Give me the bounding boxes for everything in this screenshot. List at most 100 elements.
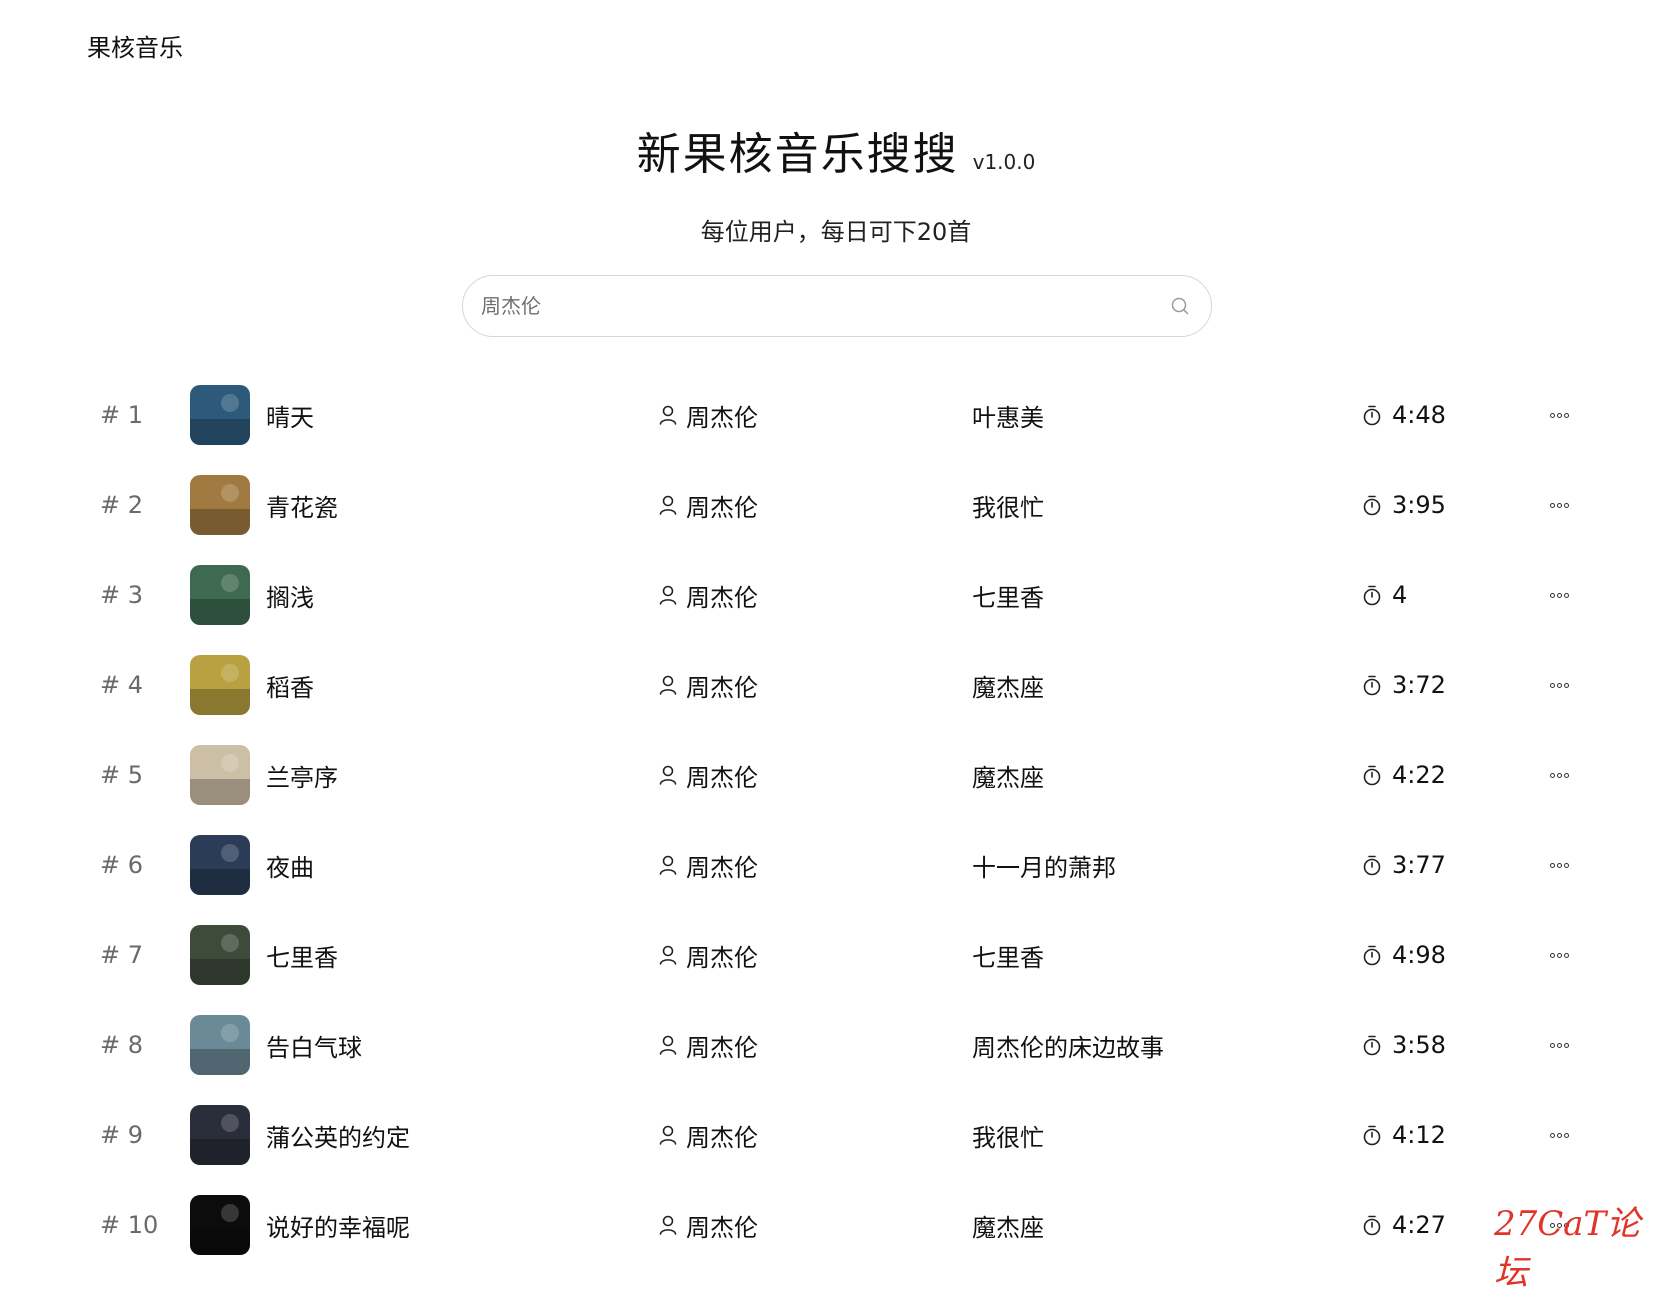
timer-icon xyxy=(1362,1214,1382,1236)
song-row[interactable]: # 1 晴天 周杰伦 叶惠美 4:48 xyxy=(0,370,1672,460)
artist-name[interactable]: 周杰伦 xyxy=(686,1028,758,1063)
album-name[interactable]: 七里香 xyxy=(972,550,1044,640)
timer-icon xyxy=(1362,854,1382,876)
song-list: # 1 晴天 周杰伦 叶惠美 4:48 # 2 青花瓷 周杰伦 我很忙 3:95 # 3 搁浅 周杰伦七… xyxy=(0,370,1672,1270)
song-row[interactable]: # 8 告白气球 周杰伦 周杰伦的床边故事 3:58 xyxy=(0,1000,1672,1090)
album-cover[interactable] xyxy=(190,565,250,625)
artist-cell[interactable]: 周杰伦 xyxy=(658,370,758,460)
album-cover[interactable] xyxy=(190,475,250,535)
artist-name[interactable]: 周杰伦 xyxy=(686,668,758,703)
artist-name[interactable]: 周杰伦 xyxy=(686,938,758,973)
user-icon xyxy=(658,1214,678,1236)
timer-icon xyxy=(1362,1034,1382,1056)
song-title[interactable]: 告白气球 xyxy=(266,1000,362,1090)
song-row[interactable]: # 3 搁浅 周杰伦 七里香 4 xyxy=(0,550,1672,640)
album-name[interactable]: 我很忙 xyxy=(972,1090,1044,1180)
more-options-icon[interactable] xyxy=(1544,460,1574,550)
album-name[interactable]: 七里香 xyxy=(972,910,1044,1000)
user-icon xyxy=(658,404,678,426)
more-options-icon[interactable] xyxy=(1544,550,1574,640)
song-row[interactable]: # 4 稻香 周杰伦 魔杰座 3:72 xyxy=(0,640,1672,730)
song-title[interactable]: 七里香 xyxy=(266,910,338,1000)
album-cover[interactable] xyxy=(190,925,250,985)
timer-icon xyxy=(1362,1124,1382,1146)
user-icon xyxy=(658,764,678,786)
song-row[interactable]: # 2 青花瓷 周杰伦 我很忙 3:95 xyxy=(0,460,1672,550)
album-cover[interactable] xyxy=(190,385,250,445)
artist-cell[interactable]: 周杰伦 xyxy=(658,820,758,910)
song-title[interactable]: 青花瓷 xyxy=(266,460,338,550)
duration-cell: 4 xyxy=(1362,550,1407,640)
song-title[interactable]: 夜曲 xyxy=(266,820,314,910)
album-cover[interactable] xyxy=(190,835,250,895)
duration-value: 3:72 xyxy=(1392,671,1446,699)
duration-cell: 3:95 xyxy=(1362,460,1446,550)
hero-header: 新果核音乐搜搜 v1.0.0 xyxy=(0,118,1672,182)
search-box[interactable] xyxy=(462,275,1212,337)
user-icon xyxy=(658,854,678,876)
artist-name[interactable]: 周杰伦 xyxy=(686,488,758,523)
artist-cell[interactable]: 周杰伦 xyxy=(658,1090,758,1180)
song-title[interactable]: 搁浅 xyxy=(266,550,314,640)
artist-name[interactable]: 周杰伦 xyxy=(686,398,758,433)
timer-icon xyxy=(1362,404,1382,426)
timer-icon xyxy=(1362,494,1382,516)
search-icon[interactable] xyxy=(1169,295,1191,317)
album-cover[interactable] xyxy=(190,1195,250,1255)
song-title[interactable]: 兰亭序 xyxy=(266,730,338,820)
more-options-icon[interactable] xyxy=(1544,1000,1574,1090)
album-name[interactable]: 魔杰座 xyxy=(972,640,1044,730)
song-row[interactable]: # 7 七里香 周杰伦 七里香 4:98 xyxy=(0,910,1672,1000)
song-title[interactable]: 稻香 xyxy=(266,640,314,730)
more-options-icon[interactable] xyxy=(1544,910,1574,1000)
artist-cell[interactable]: 周杰伦 xyxy=(658,460,758,550)
artist-cell[interactable]: 周杰伦 xyxy=(658,910,758,1000)
search-input[interactable] xyxy=(479,293,1169,319)
song-row[interactable]: # 9 蒲公英的约定 周杰伦 我很忙 4:12 xyxy=(0,1090,1672,1180)
duration-cell: 4:48 xyxy=(1362,370,1446,460)
album-name[interactable]: 魔杰座 xyxy=(972,730,1044,820)
artist-cell[interactable]: 周杰伦 xyxy=(658,640,758,730)
artist-cell[interactable]: 周杰伦 xyxy=(658,730,758,820)
album-cover[interactable] xyxy=(190,745,250,805)
duration-value: 4:48 xyxy=(1392,401,1446,429)
artist-name[interactable]: 周杰伦 xyxy=(686,1208,758,1243)
user-icon xyxy=(658,1034,678,1056)
artist-name[interactable]: 周杰伦 xyxy=(686,758,758,793)
duration-value: 3:77 xyxy=(1392,851,1446,879)
user-icon xyxy=(658,584,678,606)
more-options-icon[interactable] xyxy=(1544,1090,1574,1180)
song-row[interactable]: # 6 夜曲 周杰伦 十一月的萧邦 3:77 xyxy=(0,820,1672,910)
album-cover[interactable] xyxy=(190,1015,250,1075)
artist-name[interactable]: 周杰伦 xyxy=(686,848,758,883)
song-rank: # 8 xyxy=(100,1031,144,1059)
timer-icon xyxy=(1362,944,1382,966)
album-cover[interactable] xyxy=(190,655,250,715)
album-cover[interactable] xyxy=(190,1105,250,1165)
more-options-icon[interactable] xyxy=(1544,370,1574,460)
more-options-icon[interactable] xyxy=(1544,820,1574,910)
song-title[interactable]: 蒲公英的约定 xyxy=(266,1090,410,1180)
app-logo-text[interactable]: 果核音乐 xyxy=(87,28,183,63)
artist-name[interactable]: 周杰伦 xyxy=(686,1118,758,1153)
album-name[interactable]: 周杰伦的床边故事 xyxy=(972,1000,1164,1090)
duration-cell: 4:12 xyxy=(1362,1090,1446,1180)
watermark: 27CaT论坛 xyxy=(1494,1204,1641,1293)
artist-cell[interactable]: 周杰伦 xyxy=(658,1000,758,1090)
user-icon xyxy=(658,494,678,516)
more-options-icon[interactable] xyxy=(1544,640,1574,730)
more-options-icon[interactable] xyxy=(1544,730,1574,820)
album-name[interactable]: 我很忙 xyxy=(972,460,1044,550)
duration-value: 4:98 xyxy=(1392,941,1446,969)
duration-value: 4 xyxy=(1392,581,1408,609)
song-rank: # 6 xyxy=(100,851,144,879)
timer-icon xyxy=(1362,584,1382,606)
artist-cell[interactable]: 周杰伦 xyxy=(658,550,758,640)
song-title[interactable]: 晴天 xyxy=(266,370,314,460)
album-name[interactable]: 十一月的萧邦 xyxy=(972,820,1116,910)
user-icon xyxy=(658,1124,678,1146)
album-name[interactable]: 叶惠美 xyxy=(972,370,1044,460)
duration-value: 4:27 xyxy=(1392,1211,1446,1239)
artist-name[interactable]: 周杰伦 xyxy=(686,578,758,613)
song-row[interactable]: # 5 兰亭序 周杰伦 魔杰座 4:22 xyxy=(0,730,1672,820)
